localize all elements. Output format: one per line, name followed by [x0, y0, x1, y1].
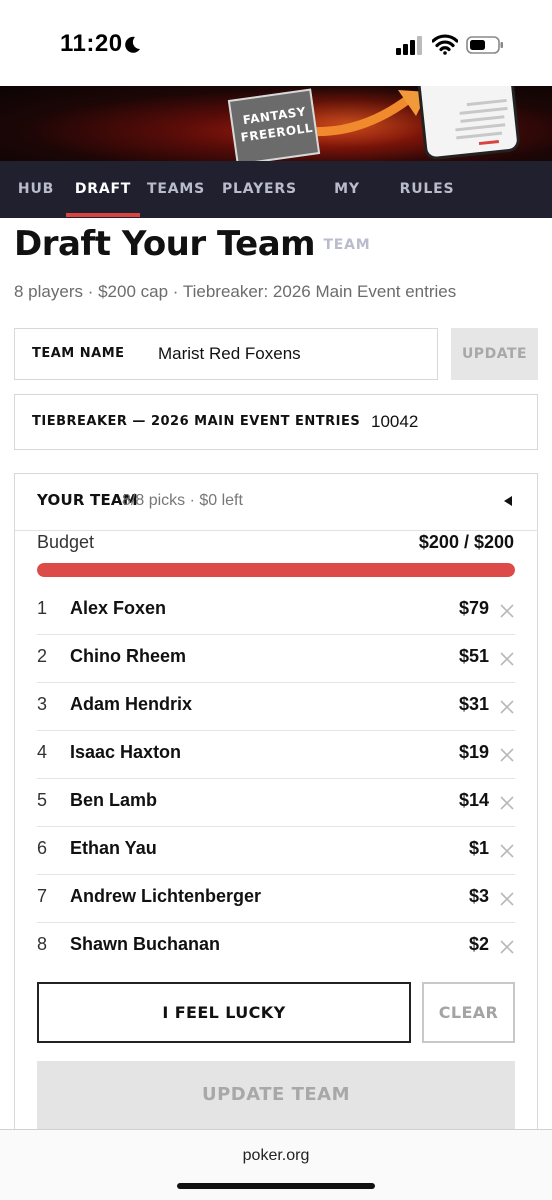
remove-pick-icon[interactable] — [499, 843, 515, 859]
pick-number: 5 — [37, 790, 48, 810]
team-name-field[interactable]: TEAM NAME Marist Red Foxens — [14, 328, 438, 380]
pick-row: 2 Chino Rheem $51 — [37, 635, 515, 683]
nav-item-players[interactable]: PLAYERS — [222, 161, 296, 218]
moon-icon — [125, 36, 140, 53]
tiebreaker-input[interactable]: 10042 — [371, 412, 418, 432]
hero-banner: FANTASY FREEROLL — [0, 86, 552, 161]
update-name-button[interactable]: UPDATE — [451, 328, 538, 380]
pick-row: 8 Shawn Buchanan $2 — [37, 923, 515, 971]
collapse-caret-icon[interactable] — [502, 494, 514, 508]
pick-player-name: Isaac Haxton — [70, 742, 182, 762]
your-team-meta: 8/8 picks · $0 left — [122, 492, 243, 509]
budget-progress-bar — [37, 563, 515, 577]
feel-lucky-button[interactable]: I FEEL LUCKY — [37, 982, 411, 1043]
pick-player-name: Shawn Buchanan — [70, 934, 221, 954]
pick-row: 7 Andrew Lichtenberger $3 — [37, 875, 515, 923]
pick-row: 5 Ben Lamb $14 — [37, 779, 515, 827]
budget-progress-fill — [37, 563, 515, 577]
pick-number: 2 — [37, 646, 48, 666]
nav-item-draft[interactable]: DRAFT — [70, 161, 136, 218]
pick-price: $19 — [458, 742, 489, 762]
pick-row: 3 Adam Hendrix $31 — [37, 683, 515, 731]
pick-player-name: Andrew Lichtenberger — [70, 886, 262, 906]
wifi-icon — [432, 34, 458, 55]
url-text[interactable]: poker.org — [0, 1147, 552, 1165]
pick-player-name: Ben Lamb — [70, 790, 158, 810]
pick-player-name: Chino Rheem — [70, 646, 187, 666]
pick-price: $14 — [458, 790, 489, 810]
home-indicator[interactable] — [177, 1183, 375, 1189]
nav-item-my-team[interactable]: MY TEAM — [310, 161, 384, 253]
remove-pick-icon[interactable] — [499, 747, 515, 763]
status-time: 11:20 — [60, 30, 123, 57]
pick-player-name: Alex Foxen — [70, 598, 167, 618]
cellular-signal-icon — [396, 36, 422, 55]
pick-number: 8 — [37, 934, 48, 954]
nav-item-hub[interactable]: HUB — [16, 161, 56, 218]
remove-pick-icon[interactable] — [499, 891, 515, 907]
pick-price: $2 — [468, 934, 489, 954]
update-team-button[interactable]: UPDATE TEAM — [37, 1061, 515, 1129]
pick-row: 6 Ethan Yau $1 — [37, 827, 515, 875]
remove-pick-icon[interactable] — [499, 795, 515, 811]
remove-pick-icon[interactable] — [499, 939, 515, 955]
fantasy-freeroll-logo: FANTASY FREEROLL — [227, 88, 321, 161]
nav-item-rules[interactable]: RULES — [398, 161, 456, 218]
nav-item-teams[interactable]: TEAMS — [146, 161, 206, 218]
budget-label: Budget — [37, 532, 95, 552]
pick-row: 1 Alex Foxen $79 — [37, 587, 515, 635]
team-name-label: TEAM NAME — [32, 346, 125, 361]
pick-player-name: Ethan Yau — [70, 838, 157, 858]
pick-number: 6 — [37, 838, 48, 858]
page-title: Draft Your Team — [14, 224, 316, 264]
nav-active-indicator — [66, 213, 140, 217]
remove-pick-icon[interactable] — [499, 603, 515, 619]
tiebreaker-field[interactable]: TIEBREAKER — 2026 MAIN EVENT ENTRIES 100… — [14, 394, 538, 450]
pick-number: 1 — [37, 598, 48, 618]
remove-pick-icon[interactable] — [499, 651, 515, 667]
pick-price: $3 — [468, 886, 489, 906]
pick-price: $79 — [458, 598, 489, 618]
remove-pick-icon[interactable] — [499, 699, 515, 715]
team-name-input[interactable]: Marist Red Foxens — [158, 344, 301, 364]
page-subtitle: 8 players · $200 cap · Tiebreaker: 2026 … — [14, 282, 457, 301]
main-nav: HUB DRAFT TEAMS PLAYERS MY TEAM RULES — [0, 161, 552, 253]
panel-divider — [15, 530, 538, 531]
clear-button[interactable]: CLEAR — [422, 982, 515, 1043]
pick-price: $31 — [458, 694, 489, 714]
pick-number: 3 — [37, 694, 48, 714]
tiebreaker-label: TIEBREAKER — 2026 MAIN EVENT ENTRIES — [32, 414, 361, 429]
pick-number: 4 — [37, 742, 48, 762]
browser-address-bar: poker.org — [0, 1129, 552, 1200]
pick-price: $51 — [458, 646, 489, 666]
budget-value: $200 / $200 — [418, 532, 514, 552]
battery-icon — [466, 36, 503, 54]
pick-player-name: Adam Hendrix — [70, 694, 193, 714]
pick-number: 7 — [37, 886, 48, 906]
status-bar: 11:20 — [0, 0, 552, 86]
pick-row: 4 Isaac Haxton $19 — [37, 731, 515, 779]
banner-phone-graphic — [415, 86, 521, 161]
pick-price: $1 — [468, 838, 489, 858]
